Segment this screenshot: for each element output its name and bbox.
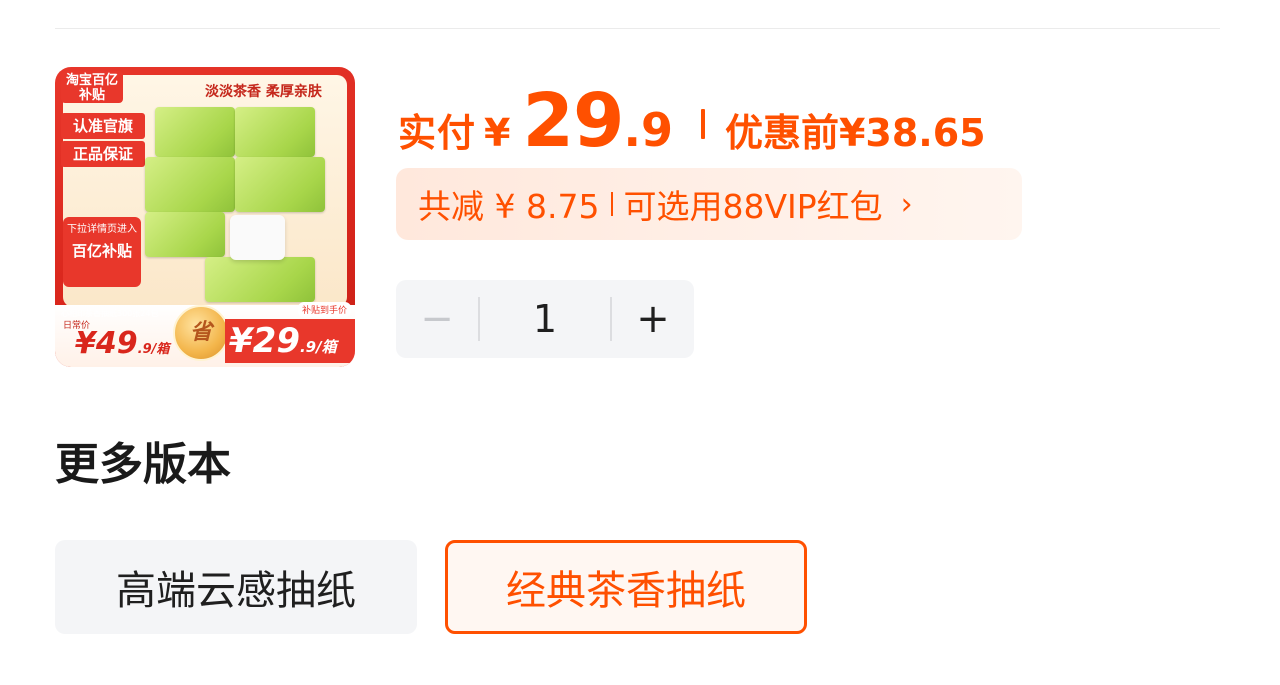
quantity-value[interactable]: 1 bbox=[480, 297, 610, 341]
tissue-pack bbox=[145, 157, 235, 212]
versions-title: 更多版本 bbox=[55, 439, 231, 490]
version-option-tea-selected[interactable]: 经典茶香抽纸 bbox=[445, 540, 807, 634]
decrease-button[interactable]: − bbox=[396, 280, 478, 358]
top-divider bbox=[55, 28, 1220, 29]
image-tag-genuine: 正品保证 bbox=[61, 141, 145, 167]
image-slogan: 淡淡茶香 柔厚亲肤 bbox=[205, 84, 322, 100]
price-integer: 29 bbox=[522, 78, 624, 164]
brand-logo: 淘宝百亿补贴 bbox=[61, 71, 123, 103]
price-decimal: 9 bbox=[640, 103, 673, 157]
quantity-stepper: − 1 + bbox=[396, 280, 694, 358]
tissue-sheet bbox=[230, 215, 285, 260]
coin-icon: 省 bbox=[173, 305, 229, 361]
image-hint-big: 百亿补贴 bbox=[71, 242, 132, 260]
product-image[interactable]: 淘宝百亿补贴 淡淡茶香 柔厚亲肤 认准官旗 正品保证 下拉详情页进入 百亿补贴 … bbox=[55, 67, 355, 367]
tissue-pack bbox=[235, 157, 325, 212]
pay-label: 实付 bbox=[398, 111, 477, 155]
currency-symbol: ¥ bbox=[484, 111, 511, 155]
original-price-label: 优惠前 bbox=[724, 111, 839, 155]
price-separator bbox=[700, 109, 705, 139]
tissue-pack bbox=[155, 107, 235, 157]
image-subsidy-label: 补贴到手价 bbox=[297, 302, 351, 317]
image-tag-official: 认准官旗 bbox=[61, 113, 145, 139]
image-hint: 下拉详情页进入 百亿补贴 bbox=[63, 217, 141, 287]
original-price: ¥38.65 bbox=[838, 111, 986, 155]
tissue-pack bbox=[145, 212, 225, 257]
discount-coupon: 可选用88VIP红包 bbox=[623, 187, 883, 226]
price-row: 实付 ¥ 29 . 9 优惠前 ¥38.65 bbox=[398, 78, 986, 164]
tissue-pack bbox=[235, 107, 315, 157]
chevron-right-icon: › bbox=[900, 186, 913, 222]
version-option-cloud[interactable]: 高端云感抽纸 bbox=[55, 540, 417, 634]
image-hint-small: 下拉详情页进入 bbox=[67, 224, 137, 235]
discount-banner[interactable]: 共减 ¥ 8.75 可选用88VIP红包 › bbox=[396, 168, 1022, 240]
tissue-pack bbox=[205, 257, 315, 302]
discount-separator bbox=[611, 192, 614, 216]
price-dot: . bbox=[623, 103, 641, 157]
increase-button[interactable]: + bbox=[612, 280, 694, 358]
image-new-price: ¥29.9/箱 bbox=[225, 319, 355, 363]
discount-saved: 共减 ¥ 8.75 bbox=[418, 187, 600, 226]
image-old-price: ¥49.9/箱 bbox=[75, 326, 170, 361]
